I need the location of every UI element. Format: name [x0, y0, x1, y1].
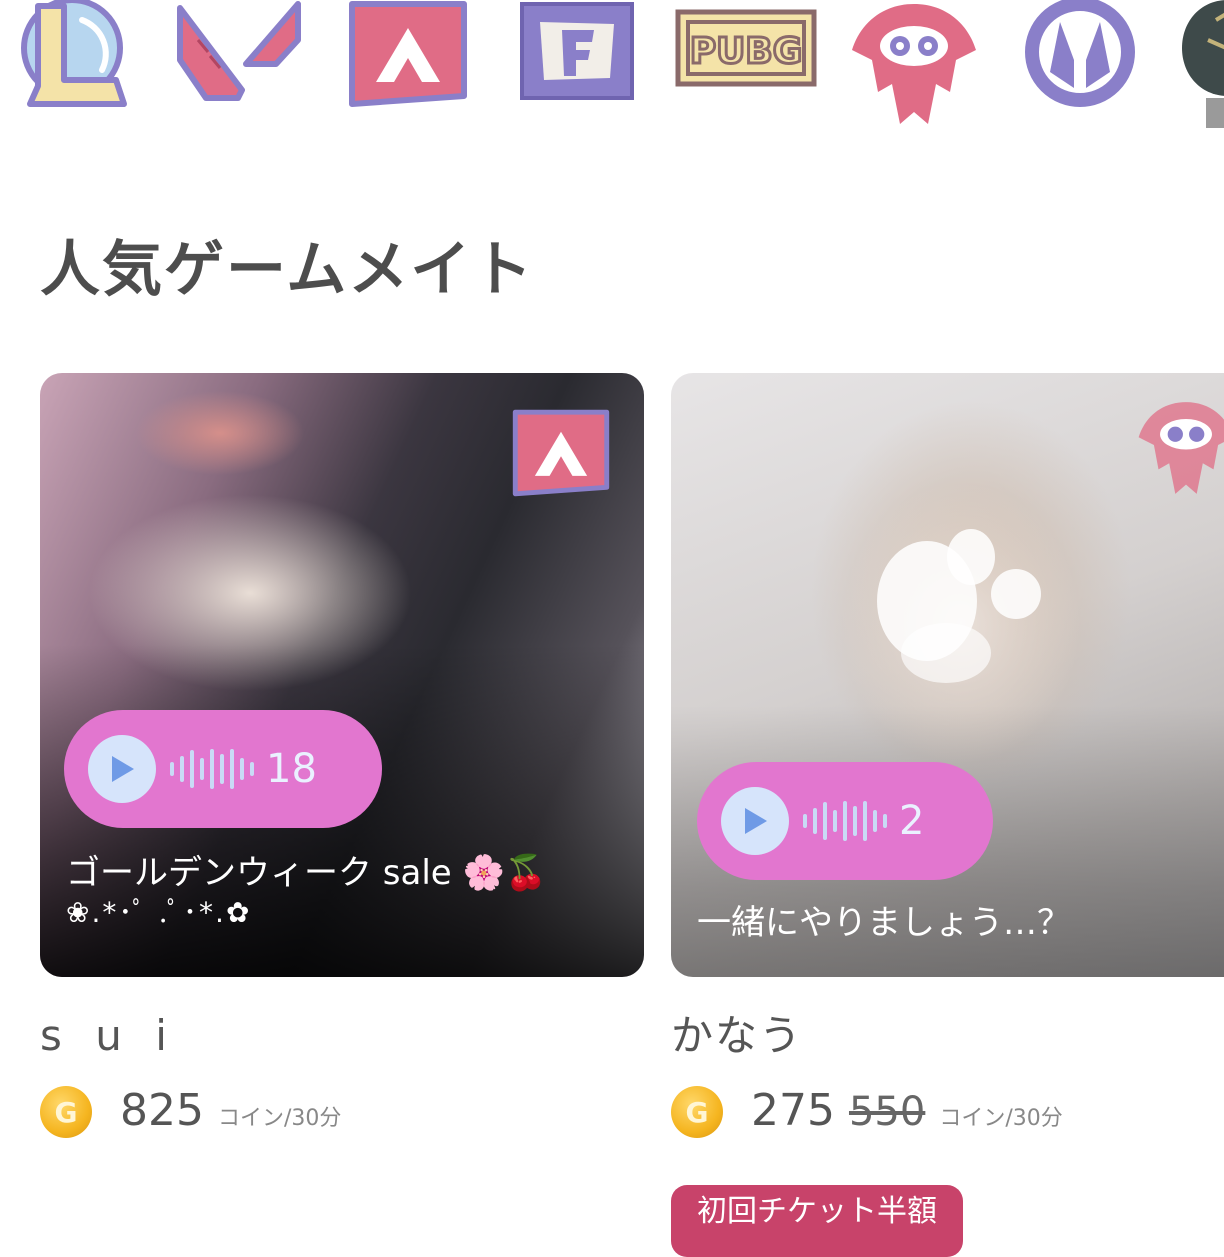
price-unit: コイン/30分 — [939, 1106, 1063, 1131]
overwatch-icon[interactable] — [1014, 0, 1146, 108]
price: 825 — [120, 1085, 204, 1136]
splatoon-icon — [1138, 402, 1224, 494]
strip-scroll-indicator — [1206, 98, 1224, 128]
pubg-icon[interactable]: PUBG — [674, 0, 818, 96]
price-row: G 825 コイン/30分 — [40, 1085, 644, 1139]
mate-name[interactable]: s u i — [40, 1015, 644, 1057]
game-category-strip: PUBG — [0, 0, 1224, 130]
play-icon — [88, 735, 156, 803]
waveform-icon — [803, 801, 887, 841]
mate-message: ゴールデンウィーク sale 🌸🍒 ❀.*･ﾟ .ﾟ･*.✿ — [66, 851, 624, 932]
fortnite-icon[interactable] — [518, 0, 636, 104]
game-icon[interactable] — [1178, 0, 1224, 96]
lol-icon[interactable] — [12, 0, 132, 108]
apex-icon[interactable] — [348, 0, 468, 108]
splatoon-icon[interactable] — [842, 0, 986, 128]
message-line: 一緒にやりましょう…？ — [697, 903, 1071, 943]
mate-message: 一緒にやりましょう…？ — [697, 901, 1224, 945]
voice-sample-button[interactable]: 18 — [64, 710, 382, 828]
mate-card[interactable]: 18 ゴールデンウィーク sale 🌸🍒 ❀.*･ﾟ .ﾟ･*.✿ s u i … — [40, 373, 644, 1139]
price-row: G 275 550 コイン/30分 — [671, 1085, 1224, 1139]
message-line: ゴールデンウィーク sale 🌸🍒 — [66, 853, 548, 893]
apex-icon — [512, 409, 610, 497]
price-unit: コイン/30分 — [217, 1106, 342, 1131]
message-decoration: ❀.*･ﾟ .ﾟ･*.✿ — [66, 896, 252, 930]
voice-count: 18 — [266, 746, 317, 792]
coin-icon: G — [40, 1086, 92, 1138]
waveform-icon — [170, 749, 254, 789]
mate-photo[interactable]: 18 ゴールデンウィーク sale 🌸🍒 ❀.*･ﾟ .ﾟ･*.✿ — [40, 373, 644, 977]
section-title: 人気ゲームメイト — [40, 235, 535, 305]
mate-name[interactable]: かなう — [671, 1015, 1224, 1057]
mate-photo[interactable]: 2 一緒にやりましょう…？ — [671, 373, 1224, 977]
voice-sample-button[interactable]: 2 — [697, 762, 993, 880]
coin-icon: G — [671, 1086, 723, 1138]
voice-count: 2 — [899, 798, 925, 844]
play-icon — [721, 787, 789, 855]
original-price: 550 — [848, 1089, 926, 1135]
valorant-icon[interactable] — [176, 0, 304, 104]
mate-card[interactable]: 2 一緒にやりましょう…？ かなう G 275 550 コイン/30分 初回チケ… — [671, 373, 1224, 1257]
price: 275 — [751, 1085, 835, 1136]
pubg-logo-text: PUBG — [690, 31, 803, 72]
first-ticket-half-price-badge: 初回チケット半額 — [671, 1185, 963, 1257]
